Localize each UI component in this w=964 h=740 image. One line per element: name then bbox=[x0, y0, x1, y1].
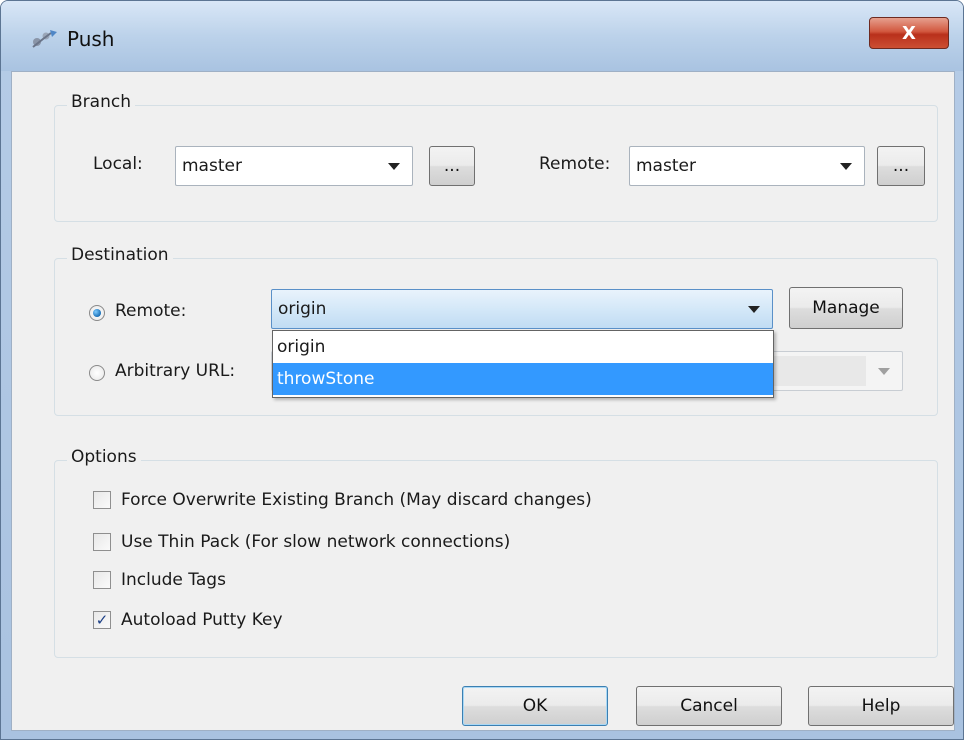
help-button[interactable]: Help bbox=[808, 686, 954, 726]
options-group-label: Options bbox=[67, 447, 141, 467]
branch-group: Branch Local: master ... Remote: master … bbox=[54, 92, 938, 222]
arbitrary-url-radio[interactable] bbox=[89, 365, 105, 381]
thin-pack-checkbox[interactable] bbox=[93, 533, 111, 551]
checkmark-icon: ✓ bbox=[95, 611, 109, 629]
options-group: Options Force Overwrite Existing Branch … bbox=[54, 447, 938, 658]
chevron-down-icon bbox=[840, 163, 852, 170]
title-bar[interactable]: Push X bbox=[1, 1, 963, 71]
remote-browse-label: ... bbox=[892, 156, 910, 176]
remote-select[interactable]: origin bbox=[271, 289, 773, 329]
local-browse-label: ... bbox=[443, 156, 461, 176]
remote-browse-button[interactable]: ... bbox=[877, 146, 925, 186]
ok-label: OK bbox=[522, 696, 548, 716]
force-overwrite-checkbox[interactable] bbox=[93, 491, 111, 509]
dropdown-option-origin[interactable]: origin bbox=[273, 331, 773, 363]
manage-label: Manage bbox=[812, 298, 880, 318]
dropdown-option-throwstone[interactable]: throwStone bbox=[273, 363, 773, 395]
close-button[interactable]: X bbox=[869, 17, 949, 49]
remote-branch-label: Remote: bbox=[539, 154, 611, 174]
branch-group-label: Branch bbox=[67, 92, 135, 112]
chevron-down-icon bbox=[748, 306, 760, 313]
include-tags-label[interactable]: Include Tags bbox=[121, 570, 226, 590]
autoload-putty-label[interactable]: Autoload Putty Key bbox=[121, 610, 283, 630]
push-app-icon bbox=[32, 30, 57, 48]
force-overwrite-label[interactable]: Force Overwrite Existing Branch (May dis… bbox=[121, 490, 592, 510]
destination-group-label: Destination bbox=[67, 245, 173, 265]
remote-selected-value: origin bbox=[278, 299, 327, 319]
local-label: Local: bbox=[93, 154, 143, 174]
remote-radio-label[interactable]: Remote: bbox=[115, 301, 186, 321]
autoload-putty-checkbox[interactable]: ✓ bbox=[93, 611, 111, 629]
ok-button[interactable]: OK bbox=[462, 686, 608, 726]
local-branch-value: master bbox=[182, 156, 242, 176]
push-dialog: Push X Branch Local: master ... Remote: … bbox=[0, 0, 964, 740]
window-title: Push bbox=[67, 27, 115, 51]
chevron-down-icon bbox=[878, 368, 890, 375]
dialog-body: Branch Local: master ... Remote: master … bbox=[11, 71, 955, 731]
remote-branch-select[interactable]: master bbox=[629, 146, 865, 186]
remote-branch-value: master bbox=[636, 156, 696, 176]
local-branch-select[interactable]: master bbox=[175, 146, 413, 186]
arbitrary-url-label[interactable]: Arbitrary URL: bbox=[115, 361, 235, 381]
local-browse-button[interactable]: ... bbox=[429, 146, 475, 186]
close-icon: X bbox=[902, 22, 916, 44]
chevron-down-icon bbox=[388, 163, 400, 170]
remote-radio[interactable] bbox=[89, 305, 105, 321]
include-tags-checkbox[interactable] bbox=[93, 571, 111, 589]
manage-button[interactable]: Manage bbox=[789, 287, 903, 329]
cancel-button[interactable]: Cancel bbox=[636, 686, 782, 726]
help-label: Help bbox=[861, 696, 901, 716]
cancel-label: Cancel bbox=[680, 696, 738, 716]
thin-pack-label[interactable]: Use Thin Pack (For slow network connecti… bbox=[121, 532, 510, 552]
remote-dropdown-list: origin throwStone bbox=[272, 330, 774, 398]
